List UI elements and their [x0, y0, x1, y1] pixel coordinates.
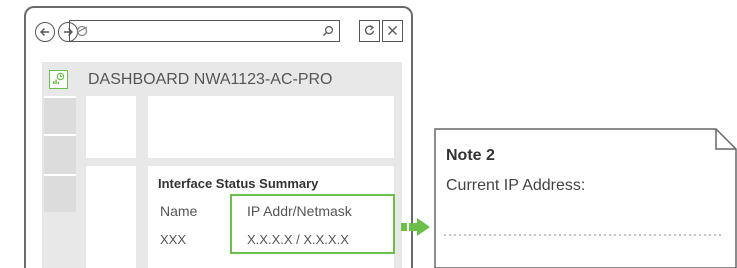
pointer-arrow-icon — [401, 218, 430, 236]
ip-highlight — [230, 194, 395, 254]
note-label: Current IP Address: — [446, 177, 586, 194]
refresh-icon — [364, 25, 375, 35]
address-bar[interactable] — [69, 20, 340, 42]
search-icon[interactable] — [321, 24, 335, 38]
close-button[interactable] — [382, 20, 403, 42]
cell-name: XXX — [160, 232, 187, 247]
content-panel-left-top — [86, 96, 136, 158]
content-panel-right-top — [148, 96, 394, 158]
back-icon — [40, 28, 49, 36]
sidebar-item-2[interactable] — [44, 134, 76, 174]
browser-icon — [76, 25, 88, 37]
dashboard-logo-icon — [49, 70, 68, 89]
note-title: Note 2 — [446, 147, 495, 164]
summary-title: Interface Status Summary — [158, 176, 319, 191]
sidebar-item-3[interactable] — [44, 174, 76, 212]
content-panel-left-bottom — [86, 166, 136, 268]
back-button[interactable] — [35, 22, 55, 42]
dashboard-header: DASHBOARD NWA1123-AC-PRO — [42, 62, 402, 96]
column-header-name: Name — [160, 203, 198, 219]
close-icon — [388, 26, 397, 35]
refresh-button[interactable] — [359, 20, 380, 42]
dashboard-title: DASHBOARD NWA1123-AC-PRO — [88, 71, 333, 88]
sidebar-item-1[interactable] — [44, 96, 76, 134]
